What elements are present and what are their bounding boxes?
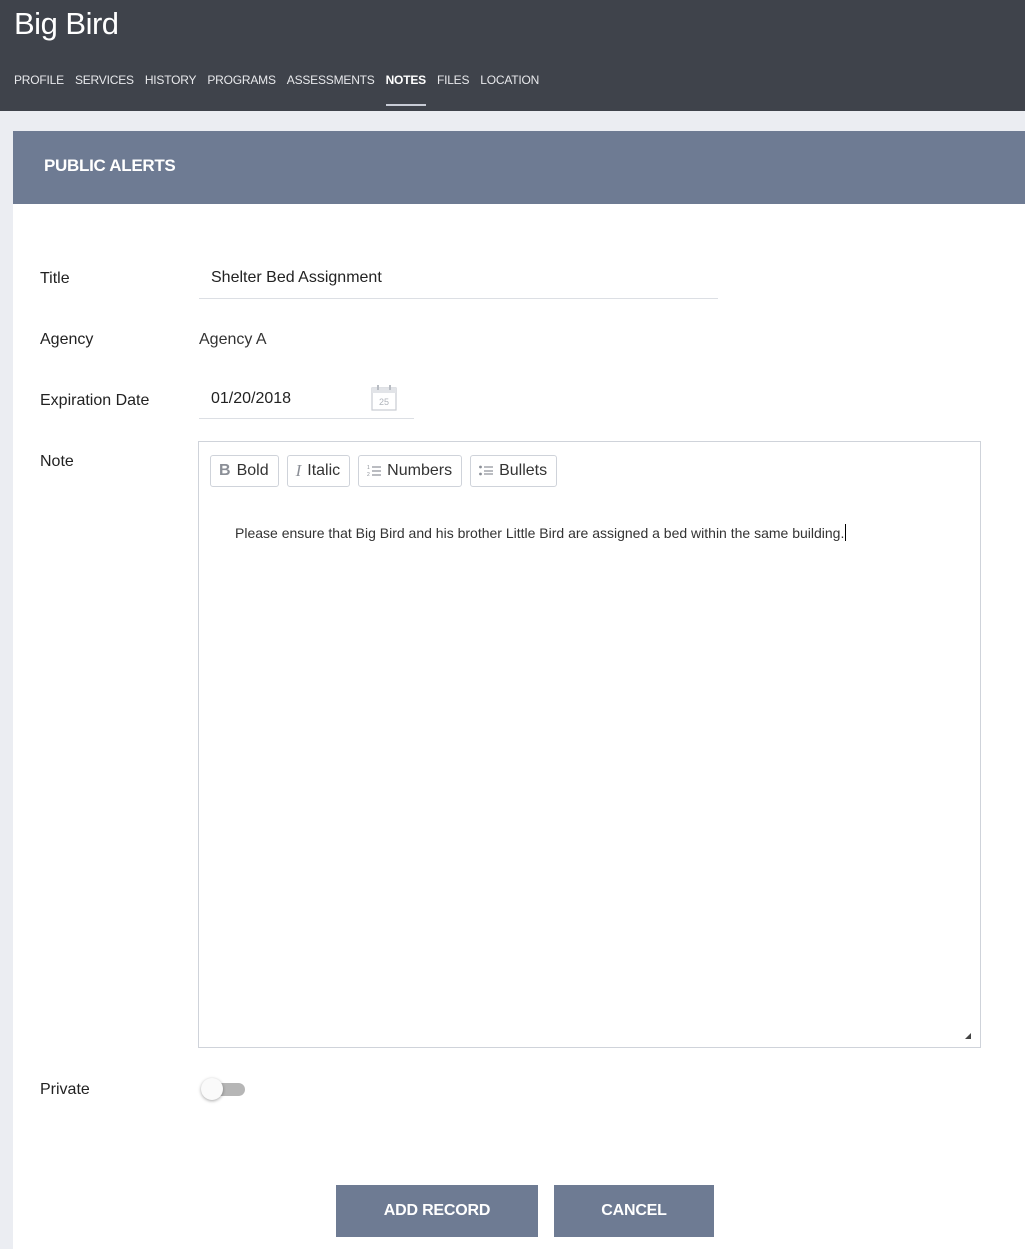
svg-text:2: 2 xyxy=(367,472,370,478)
cancel-button[interactable]: CANCEL xyxy=(554,1185,714,1237)
calendar-icon[interactable]: 25 xyxy=(369,383,399,413)
title-label: Title xyxy=(40,270,70,287)
editor-toolbar: B Bold I Italic 1 2 Numbers Bullets xyxy=(210,455,565,487)
agency-value: Agency A xyxy=(199,331,267,348)
resize-handle-icon[interactable] xyxy=(965,1033,971,1039)
note-editor[interactable]: B Bold I Italic 1 2 Numbers Bullets Plea… xyxy=(198,441,981,1048)
private-toggle[interactable] xyxy=(201,1077,247,1101)
private-label: Private xyxy=(40,1081,90,1098)
expiration-date-value: 01/20/2018 xyxy=(211,390,292,407)
tab-location[interactable]: LOCATION xyxy=(480,73,539,87)
expiration-date-input[interactable]: 01/20/2018 25 xyxy=(199,376,414,419)
numbered-list-icon: 1 2 xyxy=(367,464,382,478)
panel-header: PUBLIC ALERTS xyxy=(13,131,1025,204)
public-alerts-panel: PUBLIC ALERTS Title Shelter Bed Assignme… xyxy=(13,131,1025,1249)
italic-button-label: Italic xyxy=(307,462,341,479)
private-toggle-knob xyxy=(201,1078,223,1100)
panel-title: PUBLIC ALERTS xyxy=(44,156,176,175)
tab-profile[interactable]: PROFILE xyxy=(14,73,64,87)
italic-button[interactable]: I Italic xyxy=(286,455,351,487)
numbers-button[interactable]: 1 2 Numbers xyxy=(358,455,463,487)
add-record-button[interactable]: ADD RECORD xyxy=(336,1185,538,1237)
bold-button-label: Bold xyxy=(236,462,269,479)
text-caret xyxy=(845,524,847,541)
note-label: Note xyxy=(40,453,74,470)
bullets-button-label: Bullets xyxy=(499,462,548,479)
client-name: Big Bird xyxy=(14,6,119,41)
tab-files[interactable]: FILES xyxy=(437,73,470,87)
top-bar: Big Bird PROFILE SERVICES HISTORY PROGRA… xyxy=(0,0,1025,111)
tab-services[interactable]: SERVICES xyxy=(75,73,134,87)
tab-assessments[interactable]: ASSESSMENTS xyxy=(287,73,375,87)
note-text-area[interactable]: Please ensure that Big Bird and his brot… xyxy=(235,520,935,546)
title-input[interactable]: Shelter Bed Assignment xyxy=(199,264,718,299)
tab-programs[interactable]: PROGRAMS xyxy=(207,73,276,87)
italic-icon: I xyxy=(295,461,302,480)
note-text: Please ensure that Big Bird and his brot… xyxy=(235,525,845,541)
bold-icon: B xyxy=(219,462,231,479)
bullets-button[interactable]: Bullets xyxy=(470,455,558,487)
tab-bar: PROFILE SERVICES HISTORY PROGRAMS ASSESS… xyxy=(14,73,550,106)
tab-notes[interactable]: NOTES xyxy=(385,73,427,106)
agency-label: Agency xyxy=(40,331,94,348)
expiration-date-label: Expiration Date xyxy=(40,392,150,409)
svg-text:1: 1 xyxy=(367,465,370,471)
numbers-button-label: Numbers xyxy=(387,462,453,479)
bulleted-list-icon xyxy=(479,464,494,478)
tab-history[interactable]: HISTORY xyxy=(145,73,197,87)
bold-button[interactable]: B Bold xyxy=(210,455,279,487)
calendar-icon-day: 25 xyxy=(379,397,389,407)
title-input-value: Shelter Bed Assignment xyxy=(211,269,382,286)
